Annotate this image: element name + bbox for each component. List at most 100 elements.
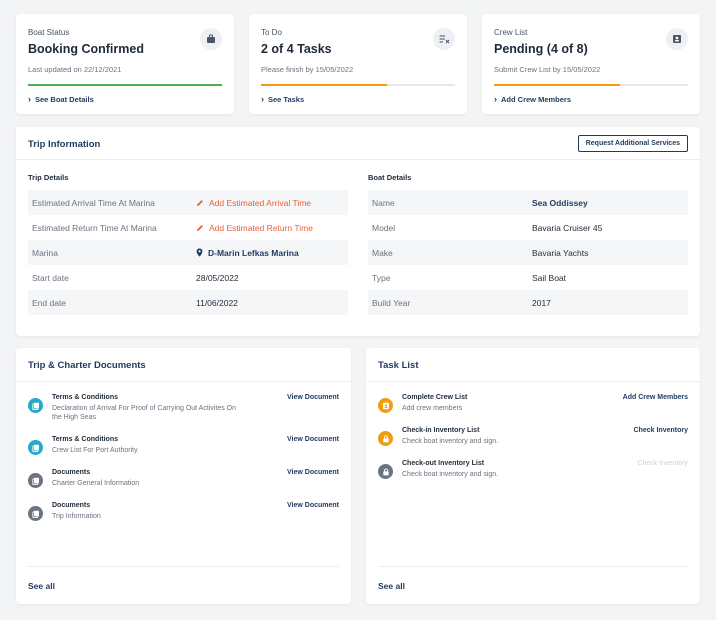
boat-status-progress <box>28 84 222 86</box>
todo-note: Please finish by 15/05/2022 <box>261 65 354 74</box>
boat-status-progress-fill <box>28 84 222 86</box>
add-crew-members-action[interactable]: Add Crew Members <box>623 394 688 401</box>
crew-list-progress <box>494 84 688 86</box>
view-document-link[interactable]: View Document <box>287 394 339 401</box>
documents-card: Trip & Charter Documents Terms & Conditi… <box>16 348 351 604</box>
boat-status-note: Last updated on 22/12/2021 <box>28 65 122 74</box>
boat-row-name: Name Sea Oddissey <box>368 190 688 215</box>
chevron-right-icon: › <box>28 94 31 104</box>
boat-row-value: Sail Boat <box>532 272 567 283</box>
todo-label: To Do <box>261 28 282 37</box>
divider <box>366 381 700 382</box>
pencil-icon <box>197 224 203 231</box>
lock-icon <box>378 464 393 479</box>
document-item: Terms & Conditions Crew List For Port Au… <box>28 436 339 460</box>
boat-row-key: Name <box>372 197 395 208</box>
boat-row-value: 2017 <box>532 297 551 308</box>
add-crew-members-label: Add Crew Members <box>501 94 572 104</box>
view-document-link[interactable]: View Document <box>287 469 339 476</box>
document-item: Documents Trip Information View Document <box>28 502 339 526</box>
add-arrival-time-link[interactable]: Add Estimated Arrival Time <box>196 198 311 208</box>
tasks-see-all-link[interactable]: See all <box>378 581 405 591</box>
trip-row-key: Estimated Arrival Time At Marina <box>32 197 155 208</box>
crew-list-value: Pending (4 of 8) <box>494 42 588 56</box>
todo-progress-fill <box>261 84 388 86</box>
check-inventory-action[interactable]: Check Inventory <box>634 427 688 434</box>
boat-name-link[interactable]: Sea Oddissey <box>532 198 588 208</box>
boat-row-value: Bavaria Yachts <box>532 247 589 258</box>
document-desc: Crew List For Port Authority <box>52 447 138 454</box>
task-title: Check-in Inventory List <box>402 427 480 434</box>
divider <box>28 566 339 567</box>
trip-row-value: Add Estimated Return Time <box>209 222 313 233</box>
trip-row-key: Estimated Return Time At Marina <box>32 222 157 233</box>
chevron-right-icon: › <box>261 94 264 104</box>
crew-list-card: Crew List Pending (4 of 8) Submit Crew L… <box>482 14 700 114</box>
task-item: Check-out Inventory List Check boat inve… <box>378 460 688 484</box>
add-return-time-link[interactable]: Add Estimated Return Time <box>196 223 313 233</box>
see-boat-details-label: See Boat Details <box>35 94 94 104</box>
document-desc: Trip Information <box>52 513 101 520</box>
todo-value: 2 of 4 Tasks <box>261 42 332 56</box>
boat-row-build-year: Build Year 2017 <box>368 290 688 315</box>
document-icon <box>28 473 43 488</box>
trip-information-title: Trip Information <box>28 139 101 150</box>
trip-row-key: Marina <box>32 247 58 258</box>
documents-see-all-link[interactable]: See all <box>28 581 55 591</box>
contact-card-icon <box>378 398 393 413</box>
see-tasks-label: See Tasks <box>268 94 305 104</box>
lock-icon <box>378 431 393 446</box>
trip-row-value: 11/06/2022 <box>196 297 238 308</box>
task-item: Complete Crew List Add crew members Add … <box>378 394 688 418</box>
add-crew-members-link[interactable]: › Add Crew Members <box>494 94 571 104</box>
boat-row-model: Model Bavaria Cruiser 45 <box>368 215 688 240</box>
trip-row-value: Add Estimated Arrival Time <box>209 197 312 208</box>
document-title: Documents <box>52 469 91 476</box>
trip-row-arrival: Estimated Arrival Time At Marina Add Est… <box>28 190 348 215</box>
crew-list-note: Submit Crew List by 15/05/2022 <box>494 65 601 74</box>
divider <box>16 159 700 160</box>
trip-row-return: Estimated Return Time At Marina Add Esti… <box>28 215 348 240</box>
see-boat-details-link[interactable]: › See Boat Details <box>28 94 94 104</box>
boat-row-key: Build Year <box>372 297 411 308</box>
trip-row-start-date: Start date 28/05/2022 <box>28 265 348 290</box>
trip-row-key: Start date <box>32 272 69 283</box>
boat-row-key: Type <box>372 272 391 283</box>
boat-status-card: Boat Status Booking Confirmed Last updat… <box>16 14 234 114</box>
divider <box>378 566 688 567</box>
boat-row-key: Make <box>372 247 393 258</box>
chevron-right-icon: › <box>494 94 497 104</box>
task-desc: Check boat inventory and sign. <box>402 471 499 478</box>
view-document-link[interactable]: View Document <box>287 436 339 443</box>
boat-row-key: Model <box>372 222 396 233</box>
marina-link[interactable]: D-Marin Lefkas Marina <box>196 248 299 258</box>
map-pin-icon <box>196 248 203 257</box>
documents-title: Trip & Charter Documents <box>28 360 146 371</box>
crew-list-label: Crew List <box>494 28 528 37</box>
trip-details-table: Estimated Arrival Time At Marina Add Est… <box>28 190 348 315</box>
boat-details-table: Name Sea Oddissey Model Bavaria Cruiser … <box>368 190 688 315</box>
task-desc: Check boat inventory and sign. <box>402 438 499 445</box>
todo-progress <box>261 84 455 86</box>
document-item: Terms & Conditions Declaration of Arriva… <box>28 394 339 428</box>
request-additional-services-button[interactable]: Request Additional Services <box>577 135 688 152</box>
boat-status-label: Boat Status <box>28 28 70 37</box>
trip-row-value: 28/05/2022 <box>196 272 239 283</box>
document-icon <box>28 506 43 521</box>
contact-card-icon <box>666 28 688 50</box>
trip-information-card: Trip Information Request Additional Serv… <box>16 127 700 336</box>
trip-details-title: Trip Details <box>28 173 69 182</box>
task-title: Complete Crew List <box>402 394 468 401</box>
briefcase-icon <box>200 28 222 50</box>
task-list-title: Task List <box>378 360 419 371</box>
document-title: Documents <box>52 502 91 509</box>
boat-row-type: Type Sail Boat <box>368 265 688 290</box>
todo-card: To Do 2 of 4 Tasks Please finish by 15/0… <box>249 14 467 114</box>
trip-row-end-date: End date 11/06/2022 <box>28 290 348 315</box>
boat-details-title: Boat Details <box>368 173 412 182</box>
document-icon <box>28 398 43 413</box>
see-tasks-link[interactable]: › See Tasks <box>261 94 304 104</box>
check-inventory-action-disabled: Check Inventory <box>637 460 688 467</box>
document-icon <box>28 440 43 455</box>
view-document-link[interactable]: View Document <box>287 502 339 509</box>
